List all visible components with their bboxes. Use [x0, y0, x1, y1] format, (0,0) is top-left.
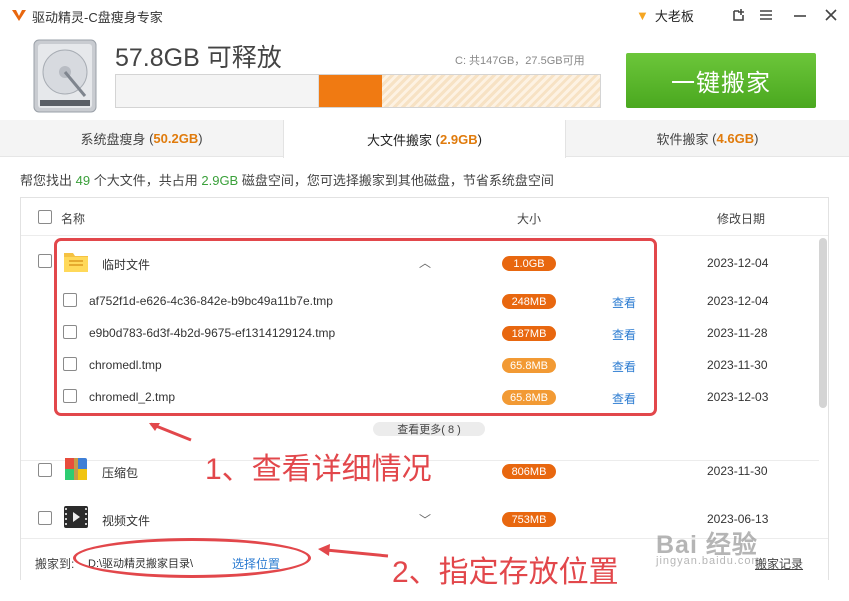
tab-label: 大文件搬家 [367, 132, 433, 148]
column-date: 修改日期 [717, 212, 766, 226]
file-checkbox[interactable] [63, 357, 77, 371]
size-badge: 806MB [502, 464, 556, 479]
chevron-up-icon[interactable]: ︿ [419, 254, 431, 271]
tab-large-files[interactable]: 大文件搬家 (2.9GB) [283, 120, 566, 158]
list-header: 名称 大小 修改日期 [21, 198, 828, 236]
row-date: 2023-11-30 [707, 464, 768, 478]
file-checkbox[interactable] [63, 389, 77, 403]
file-row[interactable]: chromedl_2.tmp 65.8MB 查看 2023-12-03 [21, 389, 819, 407]
file-name: af752f1d-e626-4c36-842e-b9bc49a11b7e.tmp [89, 294, 333, 308]
file-checkbox[interactable] [63, 325, 77, 339]
disk-info: C: 共147GB，27.5GB可用 [455, 55, 585, 67]
tab-software-move[interactable]: 软件搬家 (4.6GB) [566, 120, 849, 157]
tab-system-slim[interactable]: 系统盘瘦身 (50.2GB) [0, 120, 283, 157]
window-title: 驱动精灵-C盘瘦身专家 [32, 10, 163, 25]
share-button[interactable] [728, 4, 750, 26]
usage-used-segment [116, 75, 320, 107]
group-row-video[interactable]: 视频文件 ﹀ 753MB 2023-06-13 [21, 506, 819, 529]
summary-part: 个大文件，共占用 [93, 173, 198, 188]
minimize-icon [794, 15, 806, 17]
menu-button[interactable] [755, 4, 777, 26]
column-size: 大小 [517, 212, 542, 226]
annotation-step1: 1、查看详细情况 [205, 453, 432, 486]
app-window: 驱动精灵-C盘瘦身专家 ▼ 大老板 57.8GB 可释放 C: 共147GB，2 [0, 0, 849, 601]
file-name: chromedl.tmp [89, 358, 162, 372]
group-checkbox[interactable] [38, 254, 52, 268]
tab-size: 4.6GB [716, 131, 755, 146]
summary-part: 磁盘空间，您可选择搬家到其他磁盘，节省系统盘空间 [241, 173, 554, 188]
view-more-button[interactable]: 查看更多( 8 ) [373, 422, 485, 436]
vip-account[interactable]: ▼ 大老板 [636, 5, 694, 25]
minimize-button[interactable] [789, 4, 811, 26]
menu-icon [760, 10, 772, 20]
usage-free-segment [382, 75, 600, 107]
view-link[interactable]: 查看 [612, 326, 636, 343]
file-checkbox[interactable] [63, 293, 77, 307]
group-name: 视频文件 [102, 514, 151, 528]
annotation-step2: 2、指定存放位置 [392, 556, 619, 589]
size-badge: 65.8MB [502, 358, 556, 373]
size-badge: 1.0GB [502, 256, 556, 271]
view-link[interactable]: 查看 [612, 358, 636, 375]
hard-disk-icon [33, 39, 97, 113]
vip-crown-icon: ▼ [636, 7, 649, 23]
row-date: 2023-12-04 [707, 294, 769, 308]
file-row[interactable]: e9b0d783-6d3f-4b2d-9675-ef1314129124.tmp… [21, 325, 819, 343]
move-history-link[interactable]: 搬家记录 [755, 555, 803, 572]
tab-size: 2.9GB [440, 131, 478, 147]
disk-usage-bar [115, 74, 601, 108]
archive-icon [65, 458, 87, 480]
group-name: 临时文件 [102, 258, 151, 272]
row-date: 2023-06-13 [707, 512, 769, 526]
group-name: 压缩包 [102, 466, 139, 480]
file-name: e9b0d783-6d3f-4b2d-9675-ef1314129124.tmp [89, 326, 336, 340]
video-icon [64, 506, 88, 528]
file-count: 49 [75, 173, 91, 188]
row-date: 2023-11-30 [707, 358, 768, 372]
tab-label: 系统盘瘦身 [80, 132, 146, 147]
view-link[interactable]: 查看 [612, 390, 636, 407]
close-icon [825, 9, 837, 21]
move-to-label: 搬家到: [35, 557, 75, 571]
one-click-move-button[interactable]: 一键搬家 [626, 53, 816, 108]
file-name: chromedl_2.tmp [89, 390, 176, 404]
free-space-label: 57.8GB 可释放 [115, 44, 282, 72]
total-size: 2.9GB [201, 173, 239, 188]
vip-label: 大老板 [654, 8, 694, 24]
size-badge: 753MB [502, 512, 556, 527]
summary-part: 帮您找出 [20, 173, 73, 188]
chevron-down-icon[interactable]: ﹀ [419, 511, 431, 528]
size-badge: 248MB [502, 294, 556, 309]
group-row-temp[interactable]: 临时文件 ︿ 1.0GB 2023-12-04 [21, 253, 819, 274]
list-scrollbar[interactable] [819, 238, 827, 408]
column-name: 名称 [61, 212, 86, 226]
file-list: 名称 大小 修改日期 临时文件 ︿ 1.0GB 2023-12-04 af752… [20, 197, 829, 580]
size-badge: 187MB [502, 326, 556, 341]
row-date: 2023-12-04 [707, 256, 769, 270]
group-checkbox[interactable] [38, 511, 52, 525]
tab-size: 50.2GB [153, 131, 199, 146]
group-checkbox[interactable] [38, 463, 52, 477]
usage-releasable-segment [319, 75, 383, 107]
row-date: 2023-12-03 [707, 390, 769, 404]
summary-text: 帮您找出 49 个大文件，共占用 2.9GB 磁盘空间，您可选择搬家到其他磁盘，… [20, 170, 554, 189]
tab-label: 软件搬家 [656, 132, 709, 147]
file-row[interactable]: chromedl.tmp 65.8MB 查看 2023-11-30 [21, 357, 819, 375]
app-logo-icon [12, 10, 26, 21]
disk-header: 57.8GB 可释放 C: 共147GB，27.5GB可用 一键搬家 [0, 30, 849, 120]
close-button[interactable] [820, 4, 842, 26]
row-date: 2023-11-28 [707, 326, 768, 340]
destination-path: D:\驱动精灵搬家目录\ [88, 558, 194, 570]
view-link[interactable]: 查看 [612, 294, 636, 311]
choose-location-link[interactable]: 选择位置 [232, 555, 280, 572]
select-all-checkbox[interactable] [38, 210, 52, 224]
size-badge: 65.8MB [502, 390, 556, 405]
share-icon [733, 9, 744, 21]
folder-icon [64, 253, 88, 272]
title-bar: 驱动精灵-C盘瘦身专家 ▼ 大老板 [0, 0, 849, 30]
file-row[interactable]: af752f1d-e626-4c36-842e-b9bc49a11b7e.tmp… [21, 293, 819, 311]
tab-bar: 系统盘瘦身 (50.2GB) 大文件搬家 (2.9GB) 软件搬家 (4.6GB… [0, 120, 849, 158]
